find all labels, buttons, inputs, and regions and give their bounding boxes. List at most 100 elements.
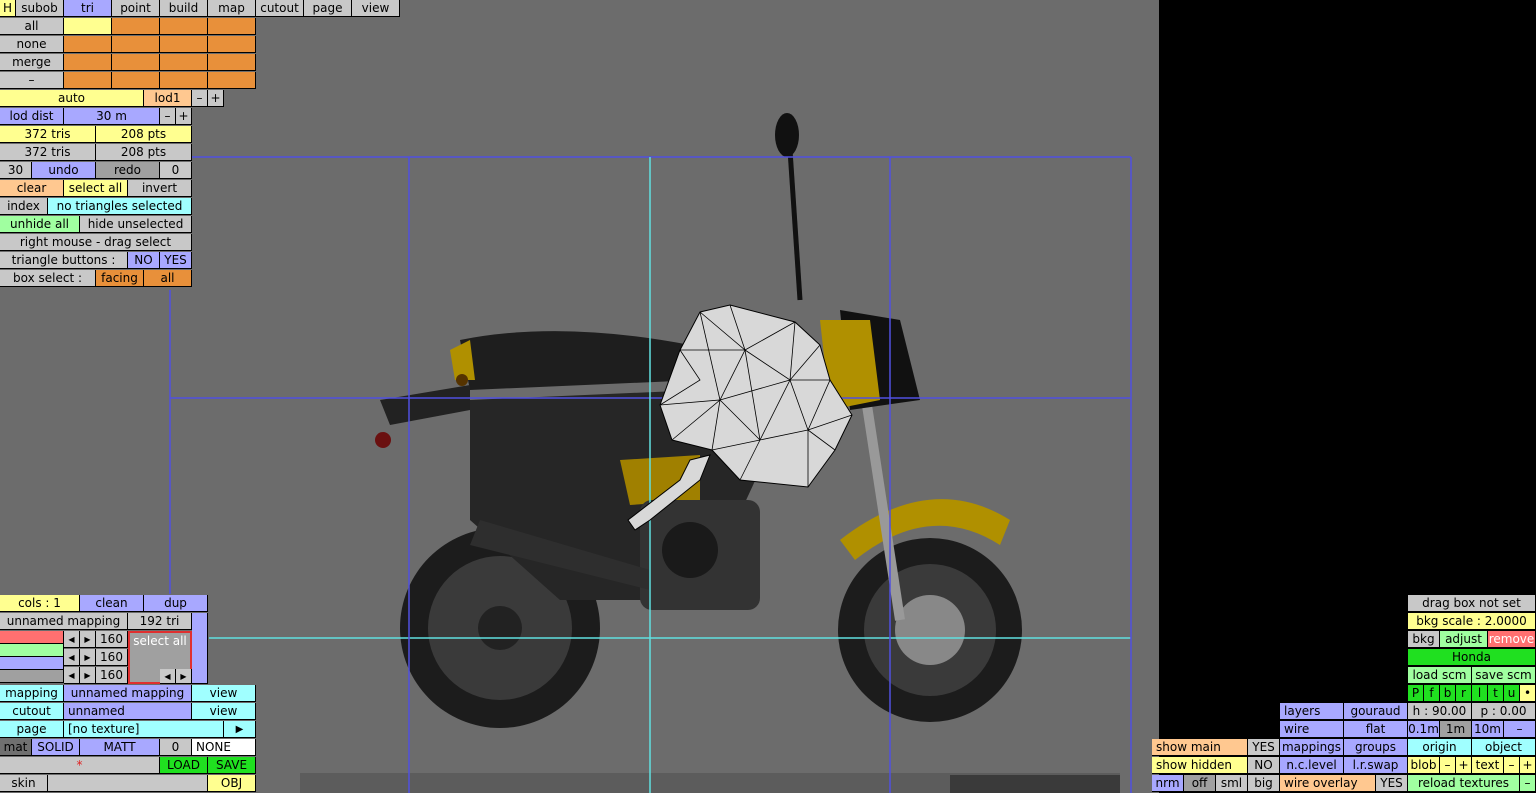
menu-h-button[interactable]: H [0,0,16,17]
redo-button[interactable]: redo [96,162,160,179]
menu-point[interactable]: point [112,0,160,17]
step-10m[interactable]: 10m [1472,721,1504,738]
bkg-button[interactable]: bkg [1408,631,1440,648]
flag-dot[interactable]: • [1520,685,1536,702]
blue-left-arrow[interactable]: ◀ [64,667,80,684]
red-right-arrow[interactable]: ▶ [80,631,96,648]
lod-dist-value[interactable]: 30 m [64,108,160,125]
select-all-button[interactable]: select all [64,180,128,197]
flag-p[interactable]: P [1408,685,1424,702]
select-cell[interactable] [64,18,112,35]
swatch-left-arrow[interactable]: ◀ [160,669,176,684]
triangle-buttons-no[interactable]: NO [128,252,160,269]
reload-textures-button[interactable]: reload textures [1408,775,1520,792]
heading-value[interactable]: h : 90.00 [1408,703,1472,720]
clear-button[interactable]: clear [0,180,64,197]
green-right-arrow[interactable]: ▶ [80,649,96,666]
wire-button[interactable]: wire [1280,721,1344,738]
lr-swap-button[interactable]: l.r.swap [1344,757,1408,774]
select-cell[interactable] [160,72,208,89]
green-slider[interactable] [0,644,64,657]
invert-button[interactable]: invert [128,180,192,197]
reload-minus[interactable]: – [1520,775,1536,792]
swatch-right-arrow[interactable]: ▶ [176,669,192,684]
flag-u[interactable]: u [1504,685,1520,702]
load-scm-button[interactable]: load scm [1408,667,1472,684]
lod-minus-button[interactable]: – [192,90,208,107]
red-slider[interactable] [0,631,64,644]
select-cell[interactable] [64,36,112,53]
page-value[interactable]: [no texture] [64,721,224,738]
select-all-row[interactable]: all [0,18,64,35]
show-main-value[interactable]: YES [1248,739,1280,756]
save-scm-button[interactable]: save scm [1472,667,1536,684]
obj-button[interactable]: OBJ [208,775,256,792]
groups-button[interactable]: groups [1344,739,1408,756]
object-button[interactable]: object [1472,739,1536,756]
select-cell[interactable] [208,36,256,53]
show-main-button[interactable]: show main [1152,739,1248,756]
menu-page[interactable]: page [304,0,352,17]
alpha-slider[interactable] [0,670,64,683]
cols-label[interactable]: cols : 1 [0,595,80,612]
menu-map[interactable]: map [208,0,256,17]
menu-build[interactable]: build [160,0,208,17]
mappings-button[interactable]: mappings [1280,739,1344,756]
mat-solid-button[interactable]: SOLID [32,739,80,756]
blue-right-arrow[interactable]: ▶ [80,667,96,684]
step-1m[interactable]: 1m [1440,721,1472,738]
show-hidden-button[interactable]: show hidden [1152,757,1248,774]
flag-t[interactable]: t [1488,685,1504,702]
step-0.1m[interactable]: 0.1m [1408,721,1440,738]
bkg-scale[interactable]: bkg scale : 2.0000 [1408,613,1536,630]
select-cell[interactable] [64,54,112,71]
flag-r[interactable]: r [1456,685,1472,702]
load-button[interactable]: LOAD [160,757,208,774]
wire-overlay-value[interactable]: YES [1376,775,1408,792]
adjust-button[interactable]: adjust [1440,631,1488,648]
clean-button[interactable]: clean [80,595,144,612]
gouraud-button[interactable]: gouraud [1344,703,1408,720]
green-left-arrow[interactable]: ◀ [64,649,80,666]
flag-f[interactable]: f [1424,685,1440,702]
skin-value[interactable] [48,775,208,792]
pitch-value[interactable]: p : 0.00 [1472,703,1536,720]
model-name[interactable]: Honda [1408,649,1536,666]
text-button[interactable]: text [1472,757,1504,774]
blob-button[interactable]: blob [1408,757,1440,774]
dash-row[interactable]: – [0,72,64,89]
lod-level-button[interactable]: lod1 [144,90,192,107]
undo-button[interactable]: undo [32,162,96,179]
mat-matt-button[interactable]: MATT [80,739,160,756]
select-cell[interactable] [208,54,256,71]
blue-slider[interactable] [0,657,64,670]
mapping-name[interactable]: unnamed mapping [0,613,128,630]
menu-tri[interactable]: tri [64,0,112,17]
layers-button[interactable]: layers [1280,703,1344,720]
select-cell[interactable] [208,72,256,89]
select-cell[interactable] [64,72,112,89]
hide-unselected-button[interactable]: hide unselected [80,216,192,233]
select-none-row[interactable]: none [0,36,64,53]
dup-button[interactable]: dup [144,595,208,612]
big-button[interactable]: big [1248,775,1280,792]
triangle-buttons-yes[interactable]: YES [160,252,192,269]
mapping-value[interactable]: unnamed mapping [64,685,192,702]
menu-view[interactable]: view [352,0,400,17]
box-select-facing[interactable]: facing [96,270,144,287]
blob-minus[interactable]: – [1440,757,1456,774]
mat-name[interactable]: NONE [192,739,256,756]
merge-row[interactable]: merge [0,54,64,71]
flag-b[interactable]: b [1440,685,1456,702]
remove-button[interactable]: remove [1488,631,1536,648]
page-next-button[interactable]: ▶ [224,721,256,738]
select-cell[interactable] [112,72,160,89]
flat-button[interactable]: flat [1344,721,1408,738]
select-cell[interactable] [112,54,160,71]
unhide-all-button[interactable]: unhide all [0,216,80,233]
sml-button[interactable]: sml [1216,775,1248,792]
select-cell[interactable] [208,18,256,35]
lod-auto-button[interactable]: auto [0,90,144,107]
select-cell[interactable] [160,36,208,53]
nrm-button[interactable]: nrm [1152,775,1184,792]
